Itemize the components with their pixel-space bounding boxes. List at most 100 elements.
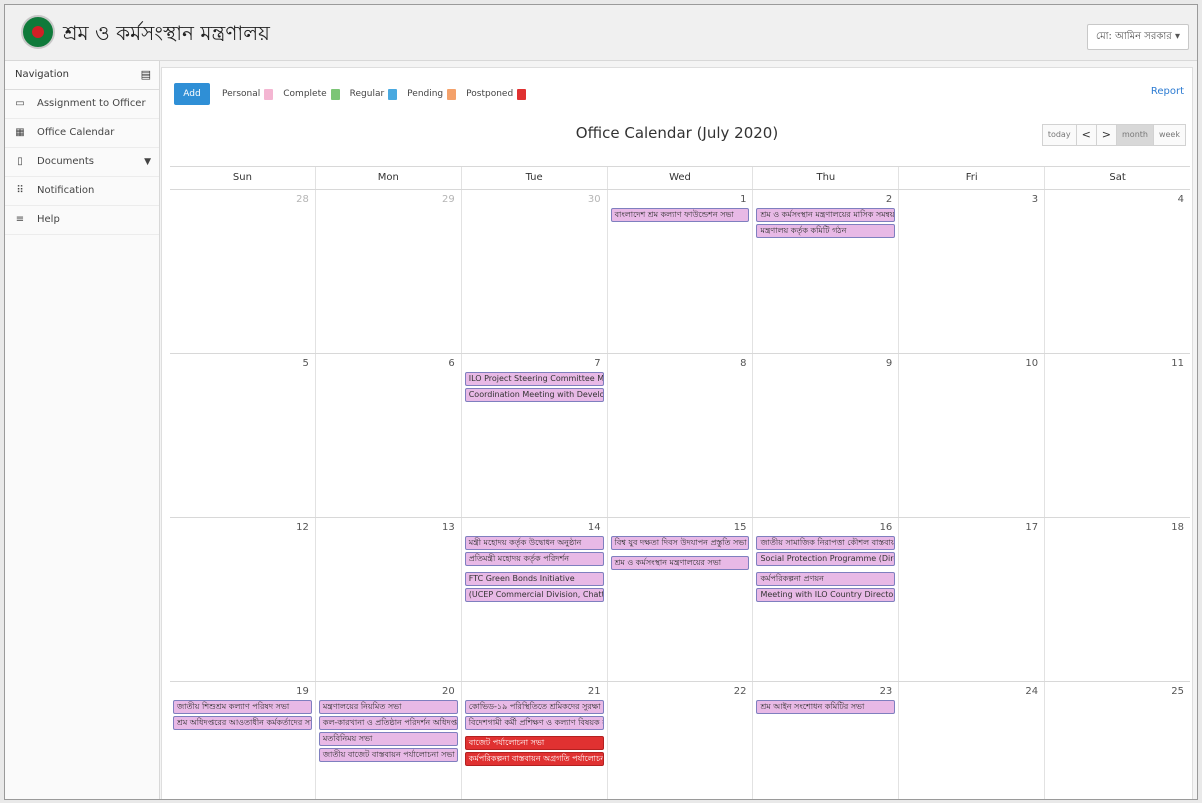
add-event-button[interactable]: Add <box>174 83 210 105</box>
calendar-event[interactable]: বাজেট পর্যালোচনা সভা <box>464 736 604 750</box>
day-events: মন্ত্রী মহোদয় কর্তৃক উদ্বোধন অনুষ্ঠান প্… <box>464 536 604 604</box>
calendar-event[interactable]: মন্ত্রণালয়ের নিয়মিত সভা <box>318 700 458 714</box>
day-cell[interactable]: 1 বাংলাদেশ শ্রম কল্যাণ ফাউন্ডেশন সভা <box>606 190 753 353</box>
calendar-event[interactable]: বিদেশগামী কর্মী প্রশিক্ষণ ও কল্যাণ বিষয়… <box>464 716 604 730</box>
calendar-icon: ▦ <box>15 127 25 138</box>
day-cell[interactable]: 29 <box>314 190 461 353</box>
sidebar-item-label: Office Calendar <box>37 127 115 138</box>
day-number: 23 <box>879 686 893 697</box>
day-number: 24 <box>1025 686 1039 697</box>
calendar-event[interactable]: জাতীয় সামাজিক নিরাপত্তা কৌশল বাস্তবায়ন <box>756 536 896 550</box>
day-cell[interactable]: 13 <box>314 518 461 681</box>
day-number: 17 <box>1025 522 1039 533</box>
day-events: মন্ত্রণালয়ের নিয়মিত সভা কল-কারখানা ও প্… <box>318 700 458 764</box>
day-events: বিশ্ব যুব দক্ষতা দিবস উদযাপন প্রস্তুতি স… <box>610 536 750 572</box>
pending-swatch-icon <box>447 88 457 100</box>
day-number: 15 <box>733 522 747 533</box>
day-cell[interactable]: 15 বিশ্ব যুব দক্ষতা দিবস উদযাপন প্রস্তুতি… <box>606 518 753 681</box>
government-logo-icon[interactable] <box>21 15 55 49</box>
calendar-event[interactable]: জাতীয় শিশুশ্রম কল্যাণ পরিষদ সভা <box>173 700 312 714</box>
sidebar-item-notification[interactable]: ⠿ Notification <box>5 177 159 206</box>
day-number: 4 <box>1177 194 1185 205</box>
day-cell[interactable]: 17 <box>898 518 1044 681</box>
day-cell[interactable]: 3 <box>898 190 1044 353</box>
calendar-event[interactable]: বিশ্ব যুব দক্ষতা দিবস উদযাপন প্রস্তুতি স… <box>610 536 750 550</box>
month-view-button[interactable]: month <box>1116 124 1154 146</box>
app-window: শ্রম ও কর্মসংস্থান মন্ত্রণালয় মো: আমিন … <box>4 4 1198 800</box>
day-cell[interactable]: 28 <box>170 190 315 353</box>
sidebar-item-assignment[interactable]: ▭ Assignment to Officer <box>5 90 159 119</box>
calendar-event[interactable]: কর্মপরিকল্পনা বাস্তবায়ন অগ্রগতি পর্যালো… <box>464 752 604 766</box>
calendar-event[interactable]: কোভিড-১৯ পরিস্থিতিতে শ্রমিকদের সুরক্ষা ব… <box>464 700 604 714</box>
day-cell[interactable]: 4 <box>1044 190 1190 353</box>
week-view-button[interactable]: week <box>1152 124 1186 146</box>
day-cell[interactable]: 20 মন্ত্রণালয়ের নিয়মিত সভা কল-কারখানা ও … <box>314 682 461 799</box>
day-cell[interactable]: 22 <box>606 682 753 799</box>
calendar-event[interactable]: (UCEP Commercial Division, Chattogram) <box>464 588 604 602</box>
day-number: 19 <box>296 686 309 697</box>
day-events: জাতীয় শিশুশ্রম কল্যাণ পরিষদ সভা শ্রম অধি… <box>173 700 312 732</box>
sidebar-item-help[interactable]: ≡ Help <box>5 206 159 235</box>
day-cell[interactable]: 30 <box>460 190 607 353</box>
day-cell[interactable]: 24 <box>898 682 1044 799</box>
day-events: ILO Project Steering Committee Meeting Co… <box>464 372 604 404</box>
complete-swatch-icon <box>330 88 340 100</box>
calendar-event[interactable]: ILO Project Steering Committee Meeting <box>464 372 604 386</box>
sidebar-toggle-icon[interactable]: ▤ <box>141 61 151 89</box>
calendar-event[interactable]: বাংলাদেশ শ্রম কল্যাণ ফাউন্ডেশন সভা <box>610 208 750 222</box>
calendar-event[interactable]: মতবিনিময় সভা <box>318 732 458 746</box>
day-cell[interactable]: 16 জাতীয় সামাজিক নিরাপত্তা কৌশল বাস্তবায… <box>752 518 898 681</box>
day-number: 13 <box>441 522 455 533</box>
weekday-header-row: Sun Mon Tue Wed Thu Fri Sat <box>170 166 1190 190</box>
report-link[interactable]: Report <box>1151 86 1184 97</box>
calendar-event[interactable]: জাতীয় বাজেট বাস্তবায়ন পর্যালোচনা সভা <box>318 748 458 762</box>
day-cell[interactable]: 2 শ্রম ও কর্মসংস্থান মন্ত্রণালয়ের মাসিক … <box>752 190 898 353</box>
day-cell[interactable]: 19 জাতীয় শিশুশ্রম কল্যাণ পরিষদ সভা শ্রম অ… <box>170 682 315 799</box>
calendar-event[interactable]: শ্রম ও কর্মসংস্থান মন্ত্রণালয়ের সভা <box>610 556 750 570</box>
sidebar-item-label: Assignment to Officer <box>37 98 146 109</box>
day-cell[interactable]: 7 ILO Project Steering Committee Meeting C… <box>460 354 607 517</box>
prev-month-button[interactable]: < <box>1075 124 1097 146</box>
day-events: বাংলাদেশ শ্রম কল্যাণ ফাউন্ডেশন সভা <box>610 208 750 224</box>
sidebar-item-documents[interactable]: ▯ Documents ▼ <box>5 148 159 177</box>
regular-swatch-icon <box>388 88 398 100</box>
calendar-event[interactable]: Meeting with ILO Country Director and Te… <box>756 588 896 602</box>
day-cell[interactable]: 12 <box>170 518 315 681</box>
day-events: শ্রম আইন সংশোধন কমিটির সভা <box>756 700 896 716</box>
day-cell[interactable]: 11 <box>1044 354 1190 517</box>
calendar-event[interactable]: শ্রম ও কর্মসংস্থান মন্ত্রণালয়ের মাসিক স… <box>756 208 896 222</box>
today-button[interactable]: today <box>1041 124 1077 146</box>
day-number: 30 <box>587 194 601 205</box>
calendar-event[interactable]: প্রতিমন্ত্রী মহোদয় কর্তৃক পরিদর্শন <box>464 552 604 566</box>
next-month-button[interactable]: > <box>1095 124 1117 146</box>
day-cell[interactable]: 18 <box>1044 518 1190 681</box>
calendar-event[interactable]: Coordination Meeting with Development Pa… <box>464 388 604 402</box>
day-cell[interactable]: 23 শ্রম আইন সংশোধন কমিটির সভা <box>752 682 898 799</box>
calendar-nav: today < > month week <box>1041 124 1186 146</box>
day-number: 20 <box>441 686 455 697</box>
calendar-event[interactable]: মন্ত্রণালয় কর্তৃক কমিটি গঠন <box>756 224 896 238</box>
day-cell[interactable]: 9 <box>752 354 898 517</box>
day-cell[interactable]: 14 মন্ত্রী মহোদয় কর্তৃক উদ্বোধন অনুষ্ঠান… <box>460 518 607 681</box>
calendar-event[interactable]: FTC Green Bonds Initiative <box>464 572 604 586</box>
week-row: 12 13 14 মন্ত্রী মহোদয় কর্তৃক উদ্বোধন অনুষ… <box>170 518 1190 682</box>
sidebar-item-label: Help <box>37 214 60 225</box>
day-number: 5 <box>302 358 309 369</box>
day-cell[interactable]: 21 কোভিড-১৯ পরিস্থিতিতে শ্রমিকদের সুরক্ষা… <box>460 682 607 799</box>
legend-label: Regular <box>349 89 385 99</box>
calendar-event[interactable]: কর্মপরিকল্পনা প্রণয়ন <box>756 572 896 586</box>
calendar-event[interactable]: শ্রম অধিদপ্তরের আওতাধীন কর্মকর্তাদের সাথ… <box>173 716 312 730</box>
calendar-event[interactable]: শ্রম আইন সংশোধন কমিটির সভা <box>756 700 896 714</box>
day-cell[interactable]: 6 <box>314 354 461 517</box>
calendar-event[interactable]: কল-কারখানা ও প্রতিষ্ঠান পরিদর্শন অধিদপ্ত… <box>318 716 458 730</box>
calendar-event[interactable]: Social Protection Programme (Direct Cash… <box>756 552 896 566</box>
user-menu-button[interactable]: মো: আমিন সরকার ▾ <box>1087 24 1189 50</box>
day-cell[interactable]: 10 <box>898 354 1044 517</box>
day-cell[interactable]: 8 <box>606 354 753 517</box>
sidebar-item-office-calendar[interactable]: ▦ Office Calendar <box>5 119 159 148</box>
calendar-event[interactable]: মন্ত্রী মহোদয় কর্তৃক উদ্বোধন অনুষ্ঠান <box>464 536 604 550</box>
weekday-header: Mon <box>314 167 461 189</box>
sidebar-item-label: Documents <box>37 156 95 167</box>
day-cell[interactable]: 25 <box>1044 682 1190 799</box>
day-cell[interactable]: 5 <box>170 354 315 517</box>
